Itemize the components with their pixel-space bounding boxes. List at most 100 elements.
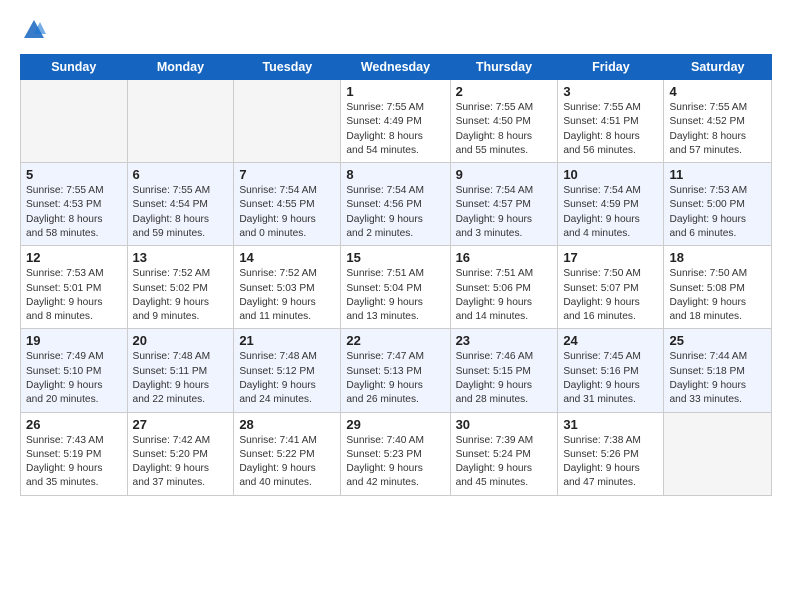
calendar-cell: 19 Sunrise: 7:49 AM Sunset: 5:10 PM Dayli…: [21, 329, 128, 412]
calendar-cell: 2 Sunrise: 7:55 AM Sunset: 4:50 PM Daylig…: [450, 80, 558, 163]
day-info: Sunrise: 7:55 AM Sunset: 4:51 PM Dayligh…: [563, 101, 658, 158]
calendar-cell: 16Sunrise: 7:51 AM Sunset: 5:06 PM Dayli…: [450, 246, 558, 329]
calendar-cell: 8 Sunrise: 7:54 AM Sunset: 4:56 PM Daylig…: [341, 163, 450, 246]
calendar-cell: [21, 80, 128, 163]
weekday-header-row: SundayMondayTuesdayWednesdayThursdayFrid…: [21, 55, 772, 80]
weekday-header-saturday: Saturday: [664, 55, 772, 80]
day-info: Sunrise: 7:47 AM Sunset: 5:13 PM Dayligh…: [346, 350, 444, 407]
day-info: Sunrise: 7:40 AM Sunset: 5:23 PM Dayligh…: [346, 434, 444, 491]
calendar-cell: 4Sunrise: 7:55 AM Sunset: 4:52 PM Daylig…: [664, 80, 772, 163]
day-number: 25: [669, 333, 766, 348]
day-number: 21: [239, 333, 335, 348]
calendar-cell: 13 Sunrise: 7:52 AM Sunset: 5:02 PM Dayli…: [127, 246, 234, 329]
day-number: 20: [133, 333, 229, 348]
day-number: 12: [26, 250, 122, 265]
calendar-cell: 24Sunrise: 7:45 AM Sunset: 5:16 PM Dayli…: [558, 329, 664, 412]
weekday-header-thursday: Thursday: [450, 55, 558, 80]
day-info: Sunrise: 7:51 AM Sunset: 5:04 PM Dayligh…: [346, 267, 444, 324]
calendar-cell: 1 Sunrise: 7:55 AM Sunset: 4:49 PM Daylig…: [341, 80, 450, 163]
day-number: 11: [669, 167, 766, 182]
calendar-cell: 7 Sunrise: 7:54 AM Sunset: 4:55 PM Daylig…: [234, 163, 341, 246]
calendar-cell: 6Sunrise: 7:55 AM Sunset: 4:54 PM Daylig…: [127, 163, 234, 246]
logo-icon: [20, 16, 48, 44]
calendar-cell: 20 Sunrise: 7:48 AM Sunset: 5:11 PM Dayli…: [127, 329, 234, 412]
day-info: Sunrise: 7:55 AM Sunset: 4:50 PM Dayligh…: [456, 101, 553, 158]
header: [20, 16, 772, 44]
day-info: Sunrise: 7:52 AM Sunset: 5:02 PM Dayligh…: [133, 267, 229, 324]
calendar-cell: 12Sunrise: 7:53 AM Sunset: 5:01 PM Dayli…: [21, 246, 128, 329]
day-number: 2: [456, 84, 553, 99]
day-number: 10: [563, 167, 658, 182]
day-number: 29: [346, 417, 444, 432]
day-info: Sunrise: 7:41 AM Sunset: 5:22 PM Dayligh…: [239, 434, 335, 491]
day-number: 17: [563, 250, 658, 265]
day-number: 1: [346, 84, 444, 99]
calendar-cell: 11 Sunrise: 7:53 AM Sunset: 5:00 PM Dayli…: [664, 163, 772, 246]
page: SundayMondayTuesdayWednesdayThursdayFrid…: [0, 0, 792, 612]
calendar-cell: 29 Sunrise: 7:40 AM Sunset: 5:23 PM Dayli…: [341, 412, 450, 495]
day-number: 7: [239, 167, 335, 182]
day-info: Sunrise: 7:38 AM Sunset: 5:26 PM Dayligh…: [563, 434, 658, 491]
day-info: Sunrise: 7:48 AM Sunset: 5:11 PM Dayligh…: [133, 350, 229, 407]
calendar-cell: [127, 80, 234, 163]
calendar-cell: 23 Sunrise: 7:46 AM Sunset: 5:15 PM Dayli…: [450, 329, 558, 412]
week-row-0: 1 Sunrise: 7:55 AM Sunset: 4:49 PM Daylig…: [21, 80, 772, 163]
day-info: Sunrise: 7:54 AM Sunset: 4:59 PM Dayligh…: [563, 184, 658, 241]
day-number: 26: [26, 417, 122, 432]
day-info: Sunrise: 7:43 AM Sunset: 5:19 PM Dayligh…: [26, 434, 122, 491]
day-number: 30: [456, 417, 553, 432]
day-number: 18: [669, 250, 766, 265]
day-number: 27: [133, 417, 229, 432]
day-info: Sunrise: 7:51 AM Sunset: 5:06 PM Dayligh…: [456, 267, 553, 324]
day-info: Sunrise: 7:55 AM Sunset: 4:53 PM Dayligh…: [26, 184, 122, 241]
day-number: 15: [346, 250, 444, 265]
calendar-cell: 17 Sunrise: 7:50 AM Sunset: 5:07 PM Dayli…: [558, 246, 664, 329]
day-number: 3: [563, 84, 658, 99]
day-info: Sunrise: 7:55 AM Sunset: 4:49 PM Dayligh…: [346, 101, 444, 158]
day-info: Sunrise: 7:42 AM Sunset: 5:20 PM Dayligh…: [133, 434, 229, 491]
week-row-2: 12Sunrise: 7:53 AM Sunset: 5:01 PM Dayli…: [21, 246, 772, 329]
calendar-table: SundayMondayTuesdayWednesdayThursdayFrid…: [20, 54, 772, 496]
day-number: 28: [239, 417, 335, 432]
day-number: 6: [133, 167, 229, 182]
calendar-cell: 15 Sunrise: 7:51 AM Sunset: 5:04 PM Dayli…: [341, 246, 450, 329]
calendar-cell: 14Sunrise: 7:52 AM Sunset: 5:03 PM Dayli…: [234, 246, 341, 329]
calendar-cell: 5Sunrise: 7:55 AM Sunset: 4:53 PM Daylig…: [21, 163, 128, 246]
calendar-cell: 10 Sunrise: 7:54 AM Sunset: 4:59 PM Dayli…: [558, 163, 664, 246]
logo: [20, 16, 52, 44]
day-number: 13: [133, 250, 229, 265]
calendar-cell: [234, 80, 341, 163]
day-number: 31: [563, 417, 658, 432]
day-info: Sunrise: 7:53 AM Sunset: 5:00 PM Dayligh…: [669, 184, 766, 241]
day-number: 9: [456, 167, 553, 182]
day-info: Sunrise: 7:50 AM Sunset: 5:07 PM Dayligh…: [563, 267, 658, 324]
day-info: Sunrise: 7:46 AM Sunset: 5:15 PM Dayligh…: [456, 350, 553, 407]
day-info: Sunrise: 7:49 AM Sunset: 5:10 PM Dayligh…: [26, 350, 122, 407]
day-info: Sunrise: 7:54 AM Sunset: 4:57 PM Dayligh…: [456, 184, 553, 241]
week-row-1: 5Sunrise: 7:55 AM Sunset: 4:53 PM Daylig…: [21, 163, 772, 246]
day-info: Sunrise: 7:55 AM Sunset: 4:52 PM Dayligh…: [669, 101, 766, 158]
day-number: 23: [456, 333, 553, 348]
calendar-cell: 21 Sunrise: 7:48 AM Sunset: 5:12 PM Dayli…: [234, 329, 341, 412]
week-row-3: 19 Sunrise: 7:49 AM Sunset: 5:10 PM Dayli…: [21, 329, 772, 412]
day-number: 8: [346, 167, 444, 182]
calendar-cell: 28 Sunrise: 7:41 AM Sunset: 5:22 PM Dayli…: [234, 412, 341, 495]
day-info: Sunrise: 7:50 AM Sunset: 5:08 PM Dayligh…: [669, 267, 766, 324]
weekday-header-friday: Friday: [558, 55, 664, 80]
week-row-4: 26 Sunrise: 7:43 AM Sunset: 5:19 PM Dayli…: [21, 412, 772, 495]
day-number: 19: [26, 333, 122, 348]
weekday-header-sunday: Sunday: [21, 55, 128, 80]
day-info: Sunrise: 7:48 AM Sunset: 5:12 PM Dayligh…: [239, 350, 335, 407]
calendar-cell: 31 Sunrise: 7:38 AM Sunset: 5:26 PM Dayli…: [558, 412, 664, 495]
weekday-header-wednesday: Wednesday: [341, 55, 450, 80]
day-info: Sunrise: 7:39 AM Sunset: 5:24 PM Dayligh…: [456, 434, 553, 491]
day-number: 24: [563, 333, 658, 348]
day-info: Sunrise: 7:54 AM Sunset: 4:56 PM Dayligh…: [346, 184, 444, 241]
calendar-cell: 25Sunrise: 7:44 AM Sunset: 5:18 PM Dayli…: [664, 329, 772, 412]
calendar-cell: 18 Sunrise: 7:50 AM Sunset: 5:08 PM Dayli…: [664, 246, 772, 329]
calendar-cell: 3 Sunrise: 7:55 AM Sunset: 4:51 PM Daylig…: [558, 80, 664, 163]
calendar-cell: 30 Sunrise: 7:39 AM Sunset: 5:24 PM Dayli…: [450, 412, 558, 495]
calendar-cell: [664, 412, 772, 495]
day-info: Sunrise: 7:54 AM Sunset: 4:55 PM Dayligh…: [239, 184, 335, 241]
weekday-header-monday: Monday: [127, 55, 234, 80]
